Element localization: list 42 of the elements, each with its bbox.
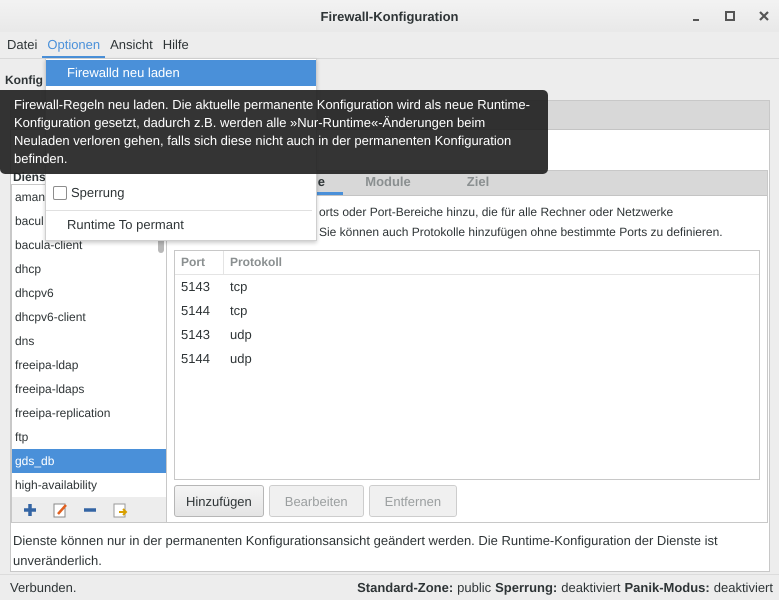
info-text: Dienste können nur in der permanenten Konfigurationsansicht geändert werden. Die Runtime-Konfiguration der Dienste ist unveränderlich. (12, 532, 719, 570)
description-text: Sie können auch Protokolle hinzufügen ohne bestimmte Ports zu definieren. (319, 224, 724, 241)
description-text: orts oder Port-Bereiche hinzu, die für alle Rechner oder Netzwerke (319, 204, 674, 221)
status-value: deaktiviert (714, 580, 773, 595)
service-item[interactable]: freeipa-ldap (12, 353, 166, 377)
service-item[interactable]: dhcpv6-client (12, 305, 166, 329)
table-cell-text: tcp (229, 278, 248, 296)
menu-item[interactable]: Runtime To permant (46, 213, 316, 237)
status-label: Sperrung: (495, 580, 558, 595)
add-icon[interactable] (22, 502, 38, 518)
table-cell-text: udp (229, 350, 253, 368)
service-item[interactable]: dns (12, 329, 166, 353)
table-cell-text: 5143 (180, 326, 211, 344)
service-item[interactable]: dhcp (12, 257, 166, 281)
menu-item[interactable]: Datei (2, 32, 42, 58)
service-item[interactable]: freeipa-ldaps (12, 377, 166, 401)
table-cell-text: tcp (229, 302, 248, 320)
table-cell-text: 5143 (180, 278, 211, 296)
service-item[interactable]: ftp (12, 425, 166, 449)
service-item[interactable]: high-availability (12, 473, 166, 497)
table-cell-text: 5144 (180, 302, 211, 320)
menu-item[interactable]: Hilfe (158, 32, 194, 58)
window-title: Firewall-Konfiguration (320, 8, 458, 24)
status-value: public (457, 580, 492, 595)
edit-icon[interactable] (52, 502, 68, 518)
maximize-icon[interactable] (723, 9, 737, 23)
section-label: Konfig (5, 72, 43, 86)
status-text: Verbunden. (10, 580, 77, 595)
status-label: Standard-Zone: (357, 580, 454, 595)
service-item[interactable]: dhcpv6 (12, 281, 166, 305)
menu-item[interactable]: Ansicht (105, 32, 158, 58)
table-cell-text: 5144 (180, 350, 211, 368)
status-value: deaktiviert (561, 580, 621, 595)
tooltip: Firewall-Regeln neu laden. Die aktuelle permanente Konfiguration wird als neue Runtime-Konfiguration gesetzt, dadurch z.B. werden alle »Nur-Runtime«-Änderungen beim Neuladen verloren gehen, falls sich diese nicht auch in der permanenten Konfiguration befinden. (0, 90, 548, 174)
checkbox[interactable] (53, 186, 67, 200)
service-item[interactable]: freeipa-replication (12, 401, 166, 425)
table-cell-text: udp (229, 326, 253, 344)
close-icon[interactable] (757, 9, 771, 23)
status-label: Panik-Modus: (624, 580, 710, 595)
load-defaults-icon[interactable] (112, 502, 128, 518)
menu-item[interactable]: Sperrung (71, 178, 124, 208)
button[interactable]: Hinzufügen (174, 485, 264, 517)
